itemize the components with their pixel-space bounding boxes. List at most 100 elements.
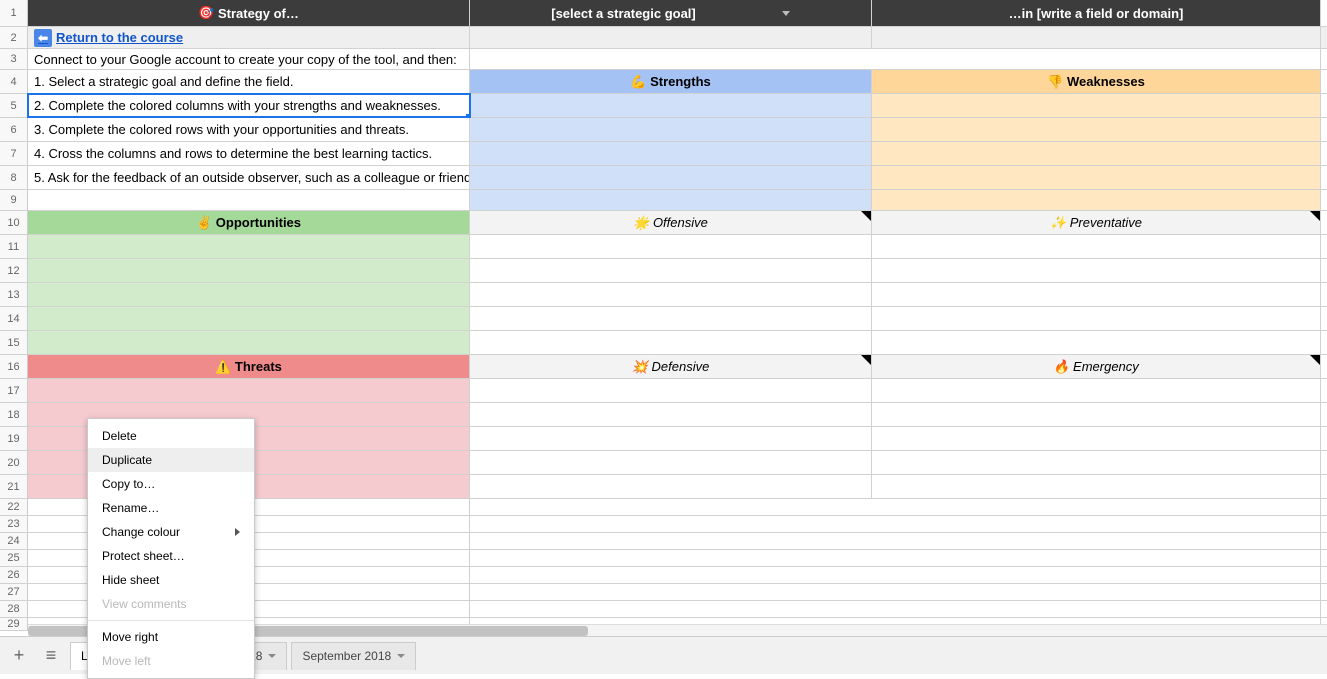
cell[interactable]: [872, 533, 1321, 549]
row-header[interactable]: 21: [0, 475, 28, 498]
row-header[interactable]: 16: [0, 355, 28, 378]
menu-item-change-colour[interactable]: Change colour: [88, 520, 254, 544]
cell[interactable]: [872, 601, 1321, 617]
cell[interactable]: [28, 190, 470, 210]
threats-body[interactable]: [28, 379, 470, 402]
strengths-body[interactable]: [470, 142, 872, 165]
instruction-cell[interactable]: 1. Select a strategic goal and define th…: [28, 70, 470, 93]
preventative-body[interactable]: [872, 259, 1321, 282]
row-header[interactable]: 14: [0, 307, 28, 330]
instruction-cell-selected[interactable]: 2. Complete the colored columns with you…: [28, 94, 470, 117]
row-header[interactable]: 11: [0, 235, 28, 258]
opportunities-body[interactable]: [28, 331, 470, 354]
menu-item-hide-sheet[interactable]: Hide sheet: [88, 568, 254, 592]
row-header[interactable]: 2: [0, 27, 28, 48]
opportunities-header[interactable]: ✌️ Opportunities: [28, 211, 470, 234]
opportunities-body[interactable]: [28, 307, 470, 330]
menu-item-delete[interactable]: Delete: [88, 424, 254, 448]
row-header[interactable]: 28: [0, 601, 28, 617]
row-header[interactable]: 5: [0, 94, 28, 117]
defensive-body[interactable]: [470, 451, 872, 474]
row-header[interactable]: 15: [0, 331, 28, 354]
row-header[interactable]: 20: [0, 451, 28, 474]
defensive-body[interactable]: [470, 403, 872, 426]
row-header[interactable]: 23: [0, 516, 28, 532]
row-header[interactable]: 19: [0, 427, 28, 450]
emergency-body[interactable]: [872, 451, 1321, 474]
row-header[interactable]: 26: [0, 567, 28, 583]
row-header[interactable]: 7: [0, 142, 28, 165]
weaknesses-body[interactable]: [872, 166, 1321, 189]
cell[interactable]: [470, 550, 872, 566]
header-goal-dropdown[interactable]: [select a strategic goal]: [470, 0, 872, 26]
row-header[interactable]: 6: [0, 118, 28, 141]
offensive-body[interactable]: [470, 307, 872, 330]
weaknesses-body[interactable]: [872, 118, 1321, 141]
strengths-body[interactable]: [470, 94, 872, 117]
row-header[interactable]: 27: [0, 584, 28, 600]
header-strategy[interactable]: 🎯 Strategy of…: [28, 0, 470, 26]
opportunities-body[interactable]: [28, 283, 470, 306]
cell[interactable]: [872, 584, 1321, 600]
weaknesses-body[interactable]: [872, 94, 1321, 117]
offensive-header[interactable]: 🌟 Offensive: [470, 211, 872, 234]
row-header[interactable]: 4: [0, 70, 28, 93]
strengths-header[interactable]: 💪 Strengths: [470, 70, 872, 93]
emergency-body[interactable]: [872, 379, 1321, 402]
preventative-body[interactable]: [872, 235, 1321, 258]
cell[interactable]: [470, 601, 872, 617]
preventative-body[interactable]: [872, 283, 1321, 306]
preventative-body[interactable]: [872, 307, 1321, 330]
chevron-down-icon[interactable]: [268, 654, 276, 658]
preventative-header[interactable]: ✨ Preventative: [872, 211, 1321, 234]
all-sheets-button[interactable]: ≡: [38, 643, 64, 669]
defensive-body[interactable]: [470, 379, 872, 402]
instruction-cell[interactable]: 5. Ask for the feedback of an outside ob…: [28, 166, 470, 189]
cell[interactable]: [470, 567, 872, 583]
emergency-body[interactable]: [872, 403, 1321, 426]
row-header[interactable]: 25: [0, 550, 28, 566]
cell[interactable]: [470, 533, 872, 549]
row-header[interactable]: 1: [0, 0, 28, 26]
sheet-tab-september-2018[interactable]: September 2018: [291, 642, 416, 670]
cell[interactable]: [872, 567, 1321, 583]
row-header[interactable]: 13: [0, 283, 28, 306]
strengths-body[interactable]: [470, 190, 872, 210]
cell[interactable]: [470, 27, 872, 48]
cell[interactable]: [872, 49, 1321, 69]
offensive-body[interactable]: [470, 259, 872, 282]
row-header[interactable]: 24: [0, 533, 28, 549]
row-header[interactable]: 17: [0, 379, 28, 402]
cell[interactable]: [872, 499, 1321, 515]
cell[interactable]: [872, 27, 1321, 48]
preventative-body[interactable]: [872, 331, 1321, 354]
weaknesses-body[interactable]: [872, 142, 1321, 165]
instruction-cell[interactable]: 4. Cross the columns and rows to determi…: [28, 142, 470, 165]
weaknesses-header[interactable]: 👎 Weaknesses: [872, 70, 1321, 93]
add-sheet-button[interactable]: +: [6, 643, 32, 669]
instruction-cell[interactable]: 3. Complete the colored rows with your o…: [28, 118, 470, 141]
chevron-down-icon[interactable]: [397, 654, 405, 658]
threats-header[interactable]: ⚠️ Threats: [28, 355, 470, 378]
offensive-body[interactable]: [470, 283, 872, 306]
row-header[interactable]: 9: [0, 190, 28, 210]
cell[interactable]: [470, 499, 872, 515]
header-field[interactable]: …in [write a field or domain]: [872, 0, 1321, 26]
cell[interactable]: [470, 49, 872, 69]
emergency-header[interactable]: 🔥 Emergency: [872, 355, 1321, 378]
cell[interactable]: [872, 550, 1321, 566]
menu-item-protect-sheet-[interactable]: Protect sheet…: [88, 544, 254, 568]
offensive-body[interactable]: [470, 235, 872, 258]
row-header[interactable]: 3: [0, 49, 28, 69]
row-header[interactable]: 8: [0, 166, 28, 189]
defensive-body[interactable]: [470, 427, 872, 450]
opportunities-body[interactable]: [28, 259, 470, 282]
row-header[interactable]: 10: [0, 211, 28, 234]
menu-item-duplicate[interactable]: Duplicate: [88, 448, 254, 472]
row-header[interactable]: 29: [0, 618, 28, 630]
return-link[interactable]: ⬅Return to the course: [34, 29, 183, 47]
cell[interactable]: [470, 516, 872, 532]
instruction-cell[interactable]: Connect to your Google account to create…: [28, 49, 470, 69]
emergency-body[interactable]: [872, 427, 1321, 450]
menu-item-move-right[interactable]: Move right: [88, 625, 254, 649]
